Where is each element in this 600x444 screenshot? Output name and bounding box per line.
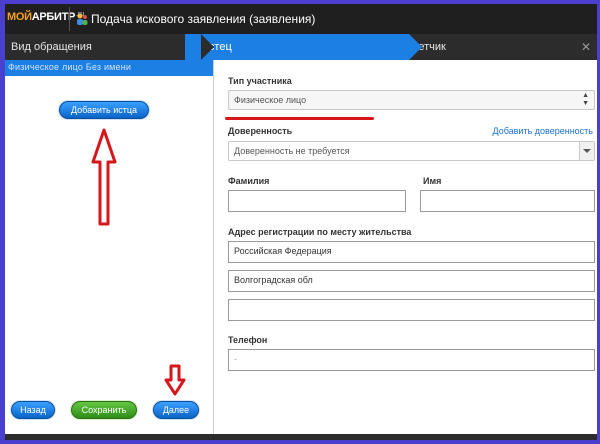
plaintiff-form: Тип участника Физическое лицо ▲ ▼ Доверен… [213, 60, 597, 440]
power-of-attorney-label: Доверенность [228, 126, 293, 136]
participant-type-label: Тип участника [228, 76, 292, 86]
address-line-extra[interactable] [228, 299, 595, 321]
name-field[interactable] [420, 190, 595, 212]
save-button[interactable]: Сохранить [71, 401, 137, 419]
address-line-region[interactable]: Волгоградская обл [228, 270, 595, 292]
address-line-country[interactable]: Российская Федерация [228, 241, 595, 263]
name-label: Имя [423, 176, 442, 186]
surname-label: Фамилия [228, 176, 270, 186]
plaintiff-list-panel: Физическое лицо Без имени Добавить истца… [5, 60, 214, 440]
step-plaintiff[interactable]: Истец [185, 34, 422, 60]
back-button[interactable]: Назад [11, 401, 55, 419]
red-underline-annotation [225, 117, 374, 120]
phone-label: Телефон [228, 335, 268, 345]
logo[interactable]: МОЙАРБИТР.ru [7, 11, 84, 23]
close-icon[interactable]: ✕ [581, 40, 591, 54]
address-label: Адрес регистрации по месту жительства [228, 227, 412, 237]
select-arrows-icon: ▲ ▼ [582, 92, 589, 107]
surname-field[interactable] [228, 190, 406, 212]
add-plaintiff-button[interactable]: Добавить истца [59, 101, 149, 119]
wizard-steps: Вид обращения Истец Ответчик ✕ [5, 34, 597, 60]
add-power-of-attorney-link[interactable]: Добавить доверенность [493, 126, 594, 136]
people-icon [77, 13, 88, 25]
power-of-attorney-select[interactable]: Доверенность не требуется [228, 141, 595, 161]
logo-part1: МОЙ [7, 11, 32, 23]
header-divider [69, 7, 70, 31]
bottom-bar [5, 434, 597, 440]
participant-type-value: Физическое лицо [234, 95, 307, 105]
phone-field[interactable]: - [228, 349, 595, 371]
step-defendant[interactable]: Ответчик [393, 34, 597, 60]
next-button[interactable]: Далее [153, 401, 199, 419]
step-appeal-type[interactable]: Вид обращения [5, 34, 214, 60]
plaintiff-list-item[interactable]: Физическое лицо Без имени [5, 60, 213, 76]
top-header: МОЙАРБИТР.ru Подача искового заявления (… [5, 4, 597, 34]
participant-type-select[interactable]: Физическое лицо ▲ ▼ [228, 90, 595, 110]
plaintiff-list-item-label: Физическое лицо Без имени [8, 62, 132, 72]
page-title: Подача искового заявления (заявления) [91, 12, 316, 26]
power-of-attorney-value: Доверенность не требуется [234, 146, 350, 156]
red-arrow-up-icon [91, 128, 117, 226]
chevron-down-icon[interactable] [579, 142, 594, 160]
app-window: МОЙАРБИТР.ru Подача искового заявления (… [5, 4, 597, 440]
red-arrow-down-icon [164, 364, 186, 396]
